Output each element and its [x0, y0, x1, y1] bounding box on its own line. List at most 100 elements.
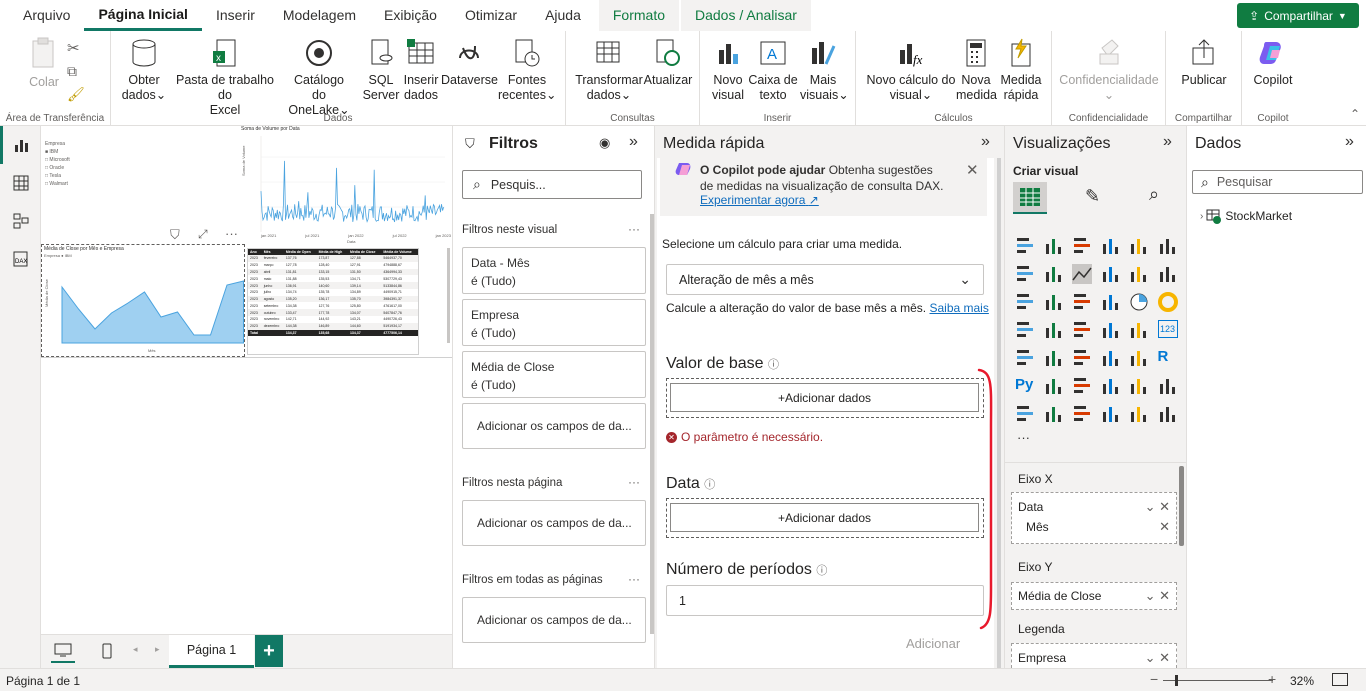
add-measure-button[interactable]: Adicionar: [906, 636, 960, 651]
tab-exibicao[interactable]: Exibição: [370, 0, 451, 31]
quick-measure-button[interactable]: Medida rápida: [998, 37, 1044, 103]
decomposition-tree-icon[interactable]: [1072, 376, 1092, 396]
line-column-icon[interactable]: [1129, 264, 1149, 284]
add-fields-visual-dropzone[interactable]: Adicionar os campos de da...: [462, 403, 646, 449]
table-icon[interactable]: [1101, 348, 1121, 368]
build-visual-tab[interactable]: [1013, 182, 1047, 214]
slicer-item[interactable]: □ Microsoft: [45, 156, 70, 164]
focus-mode-icon[interactable]: ⤢: [198, 227, 208, 242]
table-row[interactable]: 2023 junho 136,91 140,60 139,14 5133844,86: [248, 282, 418, 289]
map-icon[interactable]: [1044, 320, 1064, 340]
slicer-item[interactable]: □ Oracle: [45, 164, 70, 172]
power-apps-icon[interactable]: [1101, 404, 1121, 424]
stacked-column-icon[interactable]: [1044, 236, 1064, 256]
table-row[interactable]: 2023 fevereiro 137,76 173,87 127,88 5464937,7…: [248, 255, 418, 262]
filter-icon[interactable]: ⛉: [170, 227, 180, 243]
area-chart-icon[interactable]: [1044, 264, 1064, 284]
calculation-dropdown[interactable]: Alteração de mês a mês ⌄: [666, 264, 984, 295]
field-empresa[interactable]: Empresa ⌄ ✕: [1012, 648, 1176, 668]
scatter-icon[interactable]: [1101, 292, 1121, 312]
more-options-icon[interactable]: ···: [628, 572, 640, 586]
model-view-icon[interactable]: [0, 202, 41, 240]
table-row[interactable]: 2023 maio 131,88 135,53 134,71 5307729,43: [248, 275, 418, 283]
field-data[interactable]: Data ⌄ ✕: [1012, 497, 1176, 517]
tab-otimizar[interactable]: Otimizar: [451, 0, 531, 31]
table-row[interactable]: 2023 outubro 133,47 177,78 134,07 5407847,76: [248, 309, 418, 317]
add-base-data-button[interactable]: +Adicionar dados: [670, 383, 979, 412]
paste-button[interactable]: Colar: [22, 37, 66, 90]
slicer-item[interactable]: ■ IBM: [45, 148, 70, 156]
custom-visual-icon[interactable]: [1158, 404, 1178, 424]
more-options-icon[interactable]: ···: [628, 222, 640, 236]
clustered-bar-icon[interactable]: [1072, 236, 1092, 256]
close-icon[interactable]: ✕: [966, 161, 979, 179]
table-row[interactable]: 2023 março 127,78 128,40 127,91 4794888,67: [248, 261, 418, 269]
table-stockmarket[interactable]: › StockMarket: [1200, 208, 1292, 224]
table-row[interactable]: 2023 agosto 135,20 136,17 135,70 3984391,37: [248, 295, 418, 303]
try-now-link[interactable]: Experimentar agora ↗: [700, 193, 819, 207]
prev-page-icon[interactable]: ◂: [133, 644, 138, 655]
zoom-out-button[interactable]: −: [1150, 671, 1158, 687]
periods-input[interactable]: 1: [666, 585, 984, 616]
stacked-bar-icon[interactable]: [1015, 236, 1035, 256]
matrix-icon[interactable]: [1129, 348, 1149, 368]
tab-pagina-inicial[interactable]: Página Inicial: [84, 0, 202, 31]
funnel-icon[interactable]: [1072, 292, 1092, 312]
new-visual-button[interactable]: Novo visual: [708, 37, 748, 103]
format-painter-icon[interactable]: 🖌: [67, 86, 85, 103]
axis-y-well[interactable]: Média de Close ⌄ ✕: [1011, 582, 1177, 610]
quick-measure-scrollbar[interactable]: [997, 158, 1001, 668]
info-icon[interactable]: ⓘ: [816, 565, 827, 577]
close-icon[interactable]: ✕: [1159, 519, 1170, 535]
more-visuals-button[interactable]: Mais visuais⌄: [800, 37, 849, 103]
filled-map-icon[interactable]: [1072, 320, 1092, 340]
learn-more-link[interactable]: Saiba mais: [929, 301, 988, 315]
stock-table[interactable]: Ano Mês Média de Open Média de High Média de…: [247, 248, 419, 355]
slicer-item[interactable]: □ Tesla: [45, 172, 70, 180]
filter-card-media-close[interactable]: Média de Close é (Tudo): [462, 351, 646, 398]
collapse-viz-icon[interactable]: »: [1163, 133, 1172, 151]
line-stacked-column-icon[interactable]: [1158, 264, 1178, 284]
info-icon[interactable]: ⓘ: [704, 479, 715, 491]
tab-formato[interactable]: Formato: [598, 0, 679, 31]
analytics-icon[interactable]: ⌕: [1149, 184, 1159, 205]
new-measure-button[interactable]: Nova medida: [956, 37, 997, 103]
sensitivity-button[interactable]: Confidencialidade ⌄: [1058, 37, 1160, 103]
narrative-icon[interactable]: [1129, 376, 1149, 396]
slicer-item[interactable]: □ Walmart: [45, 180, 70, 188]
eye-icon[interactable]: ◉: [599, 135, 610, 151]
power-automate-icon[interactable]: [1129, 404, 1149, 424]
table-row[interactable]: 2023 dezembro 144,38 146,89 144,60 5191934,17: [248, 322, 418, 330]
volume-chart[interactable]: [237, 132, 449, 246]
close-chart-visual[interactable]: Média de Close por Mês e Empresa Empresa…: [41, 244, 245, 357]
add-fields-page-dropzone[interactable]: Adicionar os campos de da...: [462, 500, 646, 546]
100-area-icon[interactable]: [1101, 264, 1121, 284]
new-card-icon[interactable]: [1044, 404, 1064, 424]
sql-server-button[interactable]: SQL Server: [361, 37, 401, 103]
get-data-button[interactable]: Obter dados⌄: [121, 37, 167, 103]
multirow-card-icon[interactable]: [1015, 348, 1035, 368]
more-options-icon[interactable]: ···: [628, 475, 640, 489]
goals-icon[interactable]: [1158, 376, 1178, 396]
fit-to-page-icon[interactable]: [1332, 673, 1348, 686]
data-search-input[interactable]: ⌕ Pesquisar: [1192, 170, 1363, 194]
report-view-icon[interactable]: [0, 126, 41, 164]
dataverse-button[interactable]: Dataverse: [441, 37, 498, 88]
refresh-button[interactable]: Atualizar: [642, 37, 694, 88]
collapse-filters-icon[interactable]: »: [629, 133, 638, 151]
mobile-layout-icon[interactable]: [98, 639, 116, 663]
new-visual-calc-button[interactable]: fx Novo cálculo do visual⌄: [864, 37, 958, 103]
onelake-catalog-button[interactable]: Catálogo do OneLake⌄: [283, 37, 355, 118]
field-mes[interactable]: Mês ✕: [1012, 517, 1176, 537]
chevron-remove-icons[interactable]: ⌄ ✕: [1145, 588, 1170, 604]
add-page-button[interactable]: +: [255, 635, 283, 667]
share-button[interactable]: ⇪ Compartilhar ▼: [1237, 3, 1359, 28]
waterfall-icon[interactable]: [1044, 292, 1064, 312]
kpi-icon[interactable]: [1044, 348, 1064, 368]
ribbon-chart-icon[interactable]: [1015, 292, 1035, 312]
tab-arquivo[interactable]: Arquivo: [0, 0, 84, 31]
treemap-icon[interactable]: [1015, 320, 1035, 340]
chevron-remove-icons[interactable]: ⌄ ✕: [1145, 650, 1170, 666]
azure-map-icon[interactable]: [1101, 320, 1121, 340]
collapse-quick-measure-icon[interactable]: »: [981, 133, 990, 151]
